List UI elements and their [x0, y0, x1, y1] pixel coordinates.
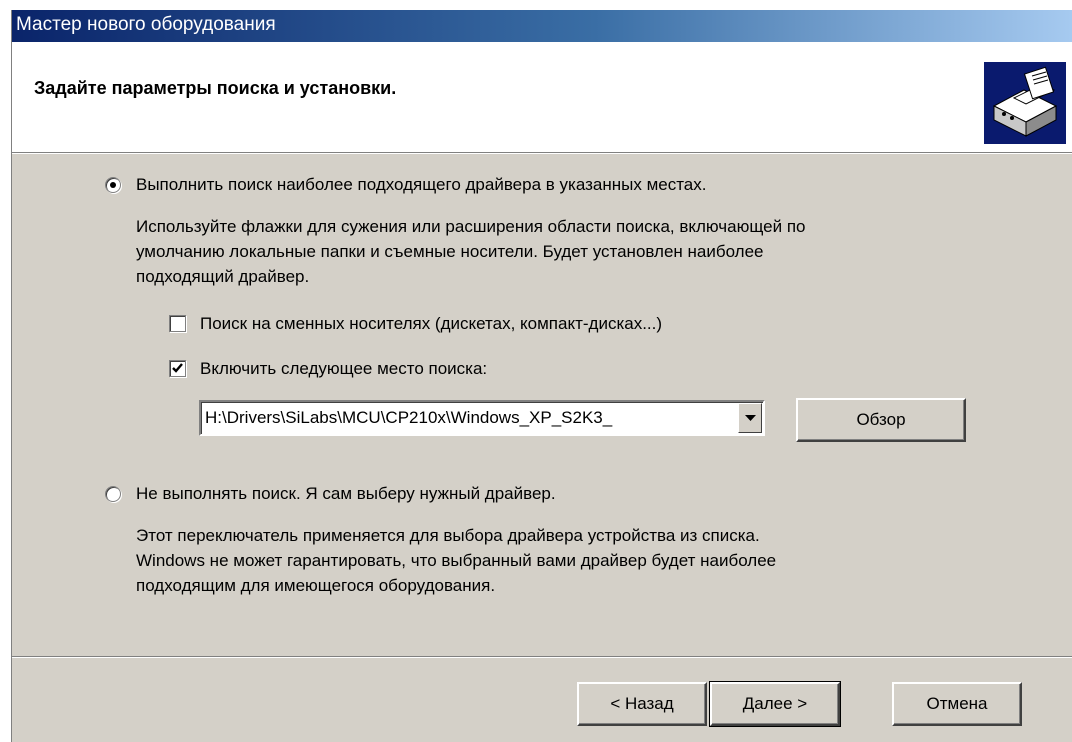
cancel-button[interactable]: Отмена: [892, 682, 1022, 726]
back-button[interactable]: < Назад: [577, 682, 707, 726]
search-description-line-1: Используйте флажки для сужения или расши…: [136, 217, 806, 236]
checkmark-icon: [172, 363, 183, 373]
include-location-label[interactable]: Включить следующее место поиска:: [200, 359, 487, 379]
footer-divider: [12, 656, 1072, 658]
search-description-line-2: умолчанию локальные папки и съемные носи…: [136, 242, 764, 261]
manual-description-line-3: подходящим для имеющегося оборудования.: [136, 576, 496, 595]
window-title: Мастер нового оборудования: [16, 14, 276, 35]
manual-radio[interactable]: [105, 486, 121, 502]
browse-button[interactable]: Обзор: [796, 398, 966, 442]
page-title: Задайте параметры поиска и установки.: [34, 78, 397, 98]
manual-option-label[interactable]: Не выполнять поиск. Я сам выберу нужный …: [136, 484, 556, 504]
wizard-window: Мастер нового оборудования Задайте парам…: [12, 10, 1072, 742]
chevron-down-icon: [745, 415, 756, 421]
search-path-value[interactable]: H:\Drivers\SiLabs\MCU\CP210x\Windows_XP_…: [205, 408, 612, 428]
radio-selected-dot: [110, 182, 116, 188]
next-button[interactable]: Далее >: [709, 681, 841, 727]
search-description-line-3: подходящий драйвер.: [136, 267, 310, 286]
dropdown-button[interactable]: [738, 403, 762, 433]
title-bar[interactable]: Мастер нового оборудования: [12, 10, 1072, 42]
manual-description-line-1: Этот переключатель применяется для выбор…: [136, 526, 760, 545]
removable-media-label[interactable]: Поиск на сменных носителях (дискетах, ко…: [200, 314, 662, 334]
search-option-label[interactable]: Выполнить поиск наиболее подходящего дра…: [136, 175, 706, 195]
manual-description-line-2: Windows не может гарантировать, что выбр…: [136, 551, 777, 570]
header-divider: [12, 152, 1072, 154]
wizard-header: Задайте параметры поиска и установки.: [12, 42, 1072, 152]
include-location-checkbox[interactable]: [169, 360, 186, 377]
search-radio[interactable]: [105, 177, 121, 193]
removable-media-checkbox[interactable]: [169, 315, 186, 332]
search-path-combobox[interactable]: H:\Drivers\SiLabs\MCU\CP210x\Windows_XP_…: [199, 400, 765, 436]
hardware-wizard-icon: [984, 62, 1066, 144]
